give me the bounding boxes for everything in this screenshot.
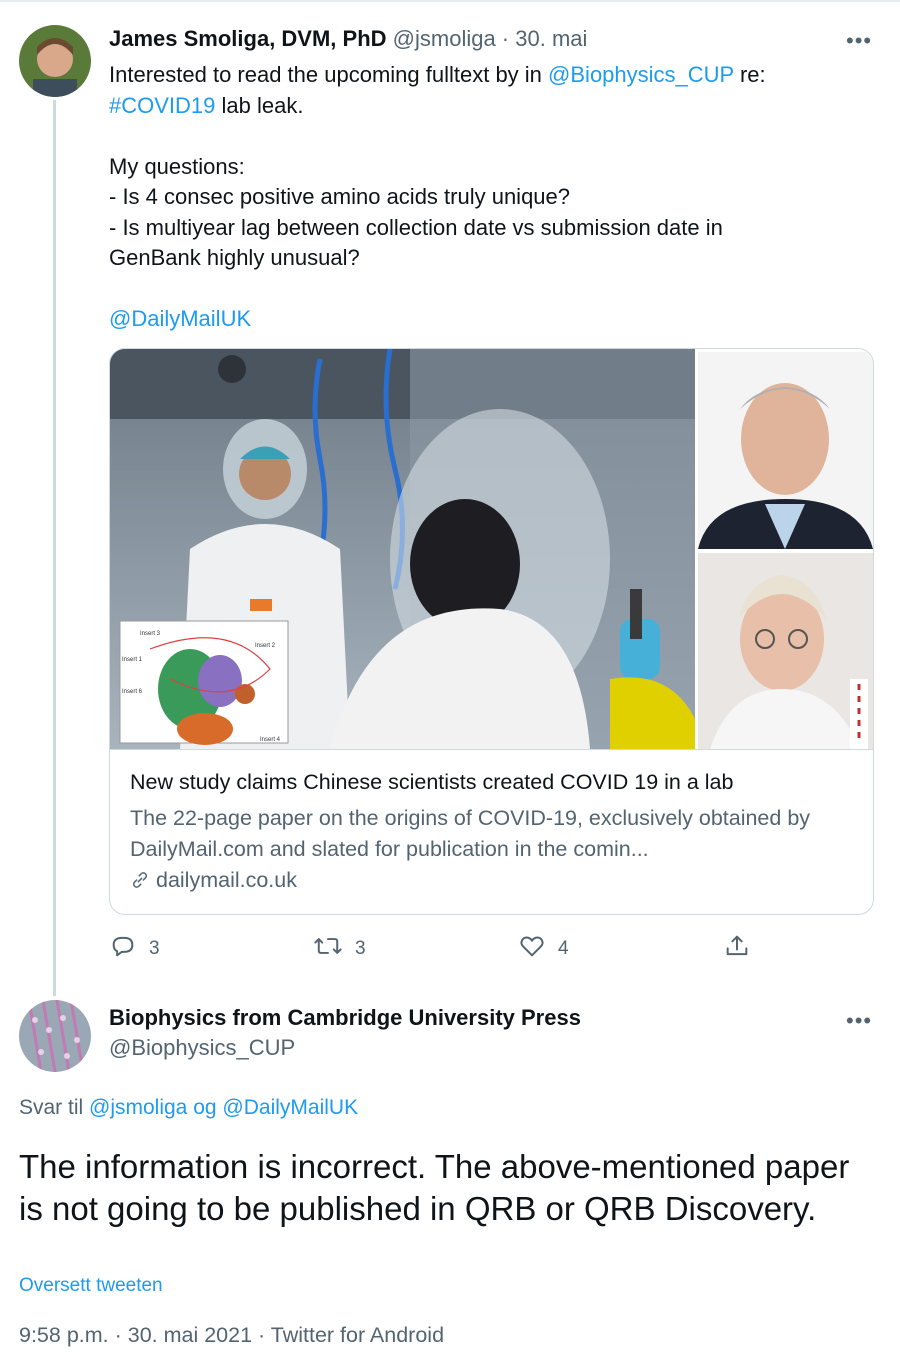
reply-join: og [187, 1096, 223, 1119]
top-divider [0, 0, 900, 2]
translate-link[interactable]: Oversett tweeten [19, 1275, 163, 1297]
like-button[interactable]: 4 [518, 932, 569, 966]
tweet-text: The information is incorrect. The above-… [19, 1148, 850, 1227]
mention-link[interactable]: @DailyMailUK [222, 1096, 358, 1119]
reply-prefix: Svar til [19, 1096, 90, 1119]
tweet-text: Interested to read the upcoming fulltext… [109, 60, 849, 335]
tweet-header: James Smoliga, DVM, PhD @jsmoliga · 30. … [109, 26, 587, 52]
questions-header: My questions: [109, 153, 245, 179]
reply-context: Svar til @jsmoliga og @DailyMailUK [19, 1096, 358, 1120]
separator: · [495, 26, 516, 51]
avatar[interactable] [19, 25, 91, 97]
author-name[interactable]: James Smoliga, DVM, PhD [109, 26, 387, 51]
thread-line [53, 100, 56, 996]
like-icon [518, 932, 546, 966]
like-count: 4 [558, 938, 569, 959]
card-domain: dailymail.co.uk [130, 868, 297, 893]
more-icon[interactable]: ••• [846, 1008, 872, 1034]
reply-button[interactable]: 3 [109, 932, 160, 966]
inset-label: Insert 2 [255, 643, 276, 649]
mention-link[interactable]: @Biophysics_CUP [548, 62, 734, 87]
hashtag-link[interactable]: #COVID19 [109, 93, 215, 118]
mention-link[interactable]: @jsmoliga [89, 1096, 187, 1119]
reply-count: 3 [149, 938, 160, 959]
text-segment: Interested to read the upcoming fulltext… [109, 62, 549, 87]
retweet-button[interactable]: 3 [313, 932, 366, 966]
inset-label: Insert 6 [122, 689, 143, 695]
tweet-date[interactable]: 30. mai [515, 26, 587, 51]
link-card[interactable]: Insert 3 Insert 2 Insert 1 Insert 6 Inse… [109, 348, 874, 915]
tweet-actions: 3 3 4 [109, 932, 872, 968]
share-button[interactable] [723, 932, 751, 966]
avatar[interactable] [19, 1000, 91, 1072]
text-segment: lab leak. [215, 92, 304, 118]
question-2: - Is multiyear lag between collection da… [109, 214, 723, 271]
author-handle[interactable]: @Biophysics_CUP [109, 1035, 295, 1061]
card-description: The 22-page paper on the origins of COVI… [130, 806, 811, 861]
link-icon [130, 868, 156, 892]
card-body: New study claims Chinese scientists crea… [110, 749, 873, 914]
text-segment: re: [733, 62, 766, 87]
card-title: New study claims Chinese scientists crea… [130, 770, 734, 794]
inset-label: Insert 1 [122, 657, 143, 663]
card-image: Insert 3 Insert 2 Insert 1 Insert 6 Inse… [110, 349, 873, 749]
author-handle[interactable]: @jsmoliga [393, 26, 496, 51]
more-icon[interactable]: ••• [846, 28, 872, 54]
question-1: - Is 4 consec positive amino acids truly… [109, 184, 571, 209]
inset-label: Insert 4 [260, 737, 281, 743]
share-icon [723, 932, 751, 966]
card-domain-text: dailymail.co.uk [155, 868, 297, 892]
author-name[interactable]: Biophysics from Cambridge University Pre… [109, 1005, 581, 1031]
retweet-icon [313, 932, 343, 966]
retweet-count: 3 [355, 938, 366, 959]
reply-icon [109, 932, 137, 966]
tweet-timestamp[interactable]: 9:58 p.m. · 30. mai 2021 · Twitter for A… [19, 1323, 444, 1348]
mention-link[interactable]: @DailyMailUK [109, 306, 251, 331]
inset-label: Insert 3 [140, 631, 161, 637]
